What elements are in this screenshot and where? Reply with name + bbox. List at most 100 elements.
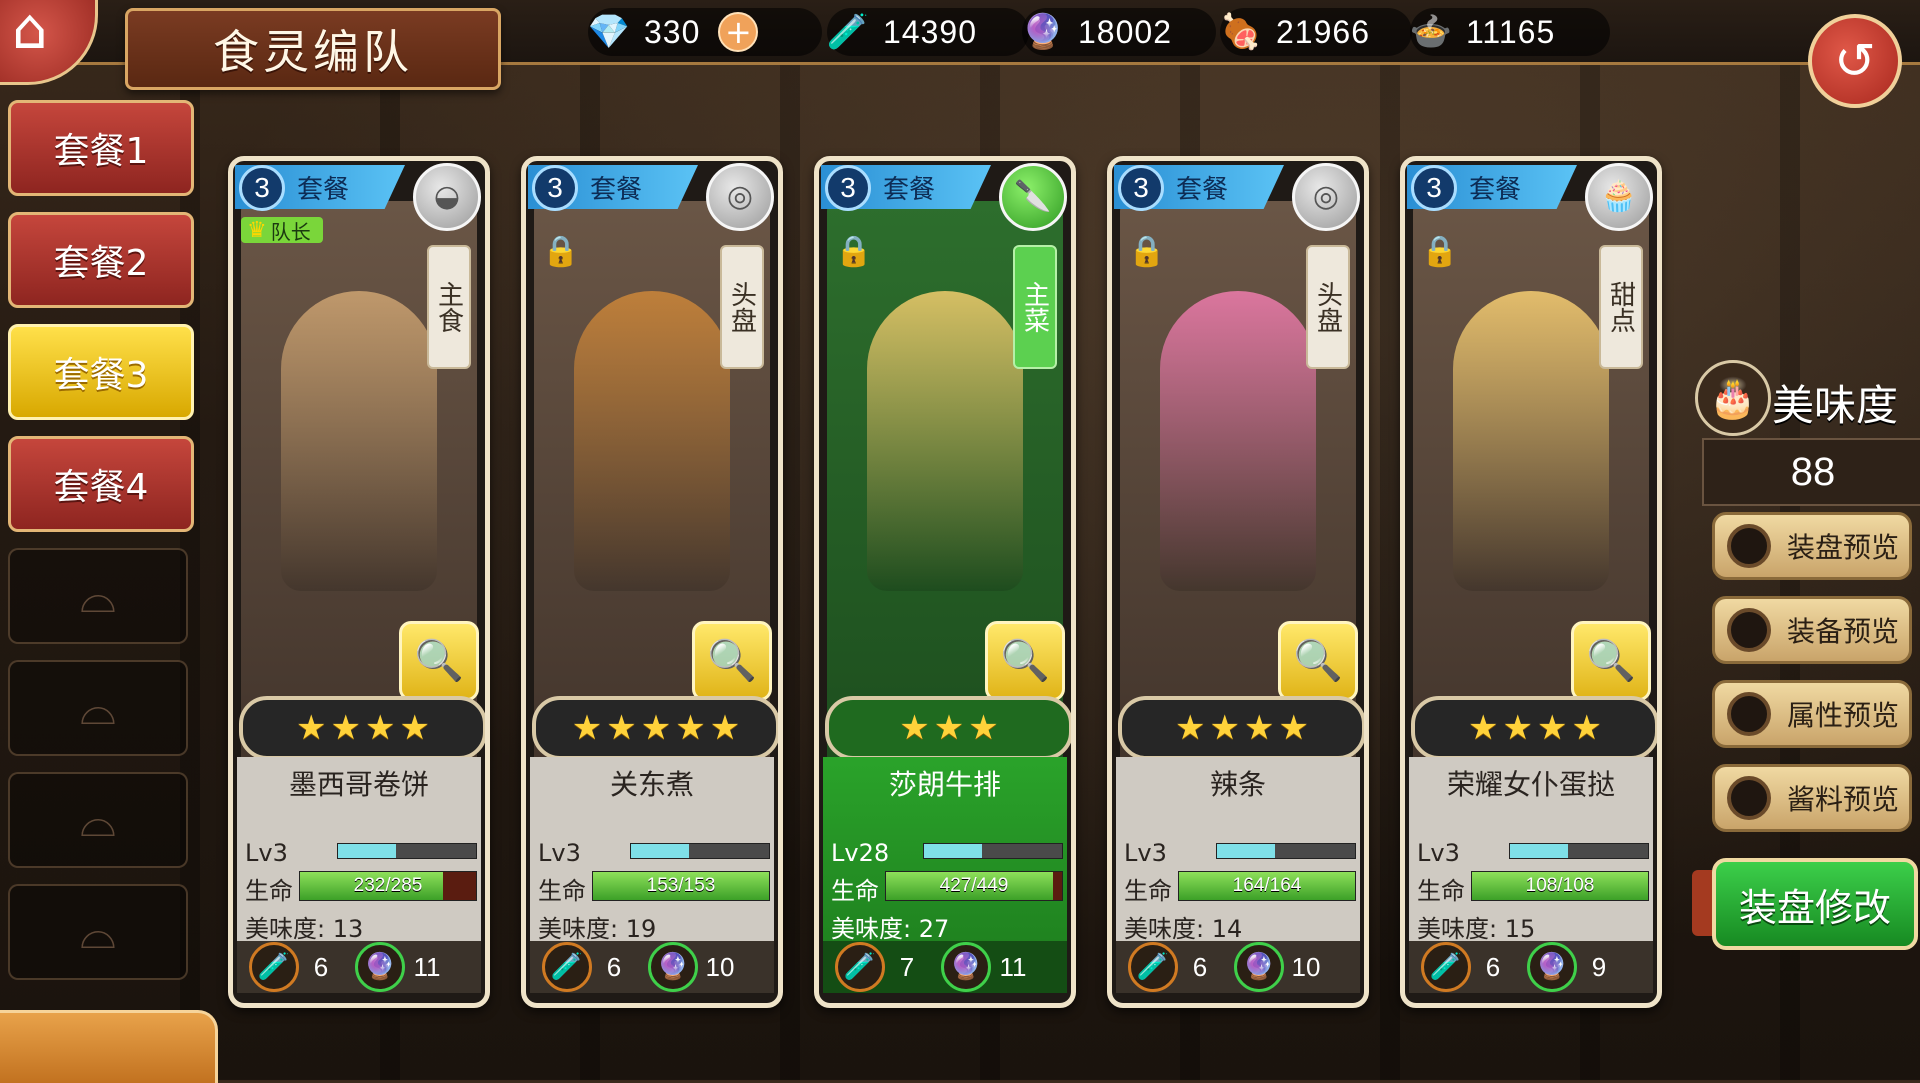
zoom-button[interactable]: 🔍 (1571, 621, 1651, 701)
gem-cost: 11 (413, 951, 441, 982)
preview-button-4[interactable]: 酱料预览 (1712, 764, 1912, 832)
hp-value: 427/449 (939, 875, 1009, 896)
resource-value: 11165 (1466, 13, 1556, 50)
set-tab-1[interactable]: 套餐1 (8, 100, 194, 196)
character-name: 关东煮 (609, 768, 694, 801)
character-figure (1160, 291, 1316, 591)
set-tab-2[interactable]: 套餐2 (8, 212, 194, 308)
resource-meat: 🍖 21966 (1220, 8, 1412, 56)
food-soul-card[interactable]: 3 套餐 ◒ 主食 ♛ 队长 🔍 ★ ★ ★ ★ 墨西哥卷饼 Lv3 生命 232/285 美味度: 13 🧪 6… (228, 156, 490, 1008)
level-label: Lv3 (1124, 839, 1167, 867)
preview-button-3[interactable]: 属性预览 (1712, 680, 1912, 748)
cost-row: 🧪 6 🔮 11 (237, 941, 481, 993)
purple-gem-icon: 🔮 (648, 942, 698, 992)
home-icon: ⌂ (12, 0, 48, 62)
level-bar (337, 843, 477, 859)
card-info: 墨西哥卷饼 Lv3 生命 232/285 美味度: 13 🧪 6 🔮 11 (237, 757, 481, 993)
taste-value: 美味度: 14 (1124, 915, 1243, 943)
level-fill (1510, 844, 1568, 858)
resource-value: 14390 (883, 13, 977, 50)
card-info: 关东煮 Lv3 生命 153/153 美味度: 19 🧪 6 🔮 10 (530, 757, 774, 993)
team-label: 套餐 (297, 175, 350, 205)
preview-label: 属性预览 (1787, 699, 1900, 732)
crown-icon: ♛ (247, 217, 267, 243)
oil-bottle-icon: 🧪 (1128, 942, 1178, 992)
preview-button-2[interactable]: 装备预览 (1712, 596, 1912, 664)
category-tab: 甜点 (1599, 245, 1643, 369)
resource-value: 21966 (1276, 13, 1370, 50)
level-label: Lv28 (831, 839, 890, 867)
page-title: 食灵编队 (125, 8, 501, 90)
oil-bottle-icon: 🧪 (542, 942, 592, 992)
resource-value: 18002 (1078, 13, 1172, 50)
card-info: 荣耀女仆蛋挞 Lv3 生命 108/108 美味度: 15 🧪 6 🔮 9 (1409, 757, 1653, 993)
taste-value: 美味度: 19 (538, 915, 657, 943)
card-info: 莎朗牛排 Lv28 生命 427/449 美味度: 27 🧪 7 🔮 11 (823, 757, 1067, 993)
preview-button-1[interactable]: 装盘预览 (1712, 512, 1912, 580)
preview-label: 装盘预览 (1787, 531, 1900, 564)
oil-cost: 7 (899, 951, 915, 982)
taste-total: 88 (1702, 438, 1920, 506)
character-name: 莎朗牛排 (888, 768, 1001, 801)
lock-icon[interactable]: 🔒 (542, 237, 579, 267)
zoom-button[interactable]: 🔍 (692, 621, 772, 701)
oil-cost: 6 (1485, 951, 1501, 982)
star-icon: ★ (933, 708, 965, 748)
oil-cost: 6 (606, 951, 622, 982)
hp-bar: 108/108 (1471, 871, 1649, 901)
character-figure (281, 291, 437, 591)
set-menu: 套餐1 套餐2 套餐3 套餐4 ⌓ ⌓ ⌓ ⌓ (8, 100, 198, 996)
level-fill (924, 844, 982, 858)
zoom-button[interactable]: 🔍 (1278, 621, 1358, 701)
modify-plating-button[interactable]: 装盘修改 (1712, 858, 1918, 950)
lock-icon[interactable]: 🔒 (1128, 237, 1165, 267)
radio-dot-icon (1727, 692, 1771, 736)
category-tab: 主食 (427, 245, 471, 369)
star-icon: ★ (296, 708, 327, 748)
cost-row: 🧪 6 🔮 10 (1116, 941, 1360, 993)
card-info: 辣条 Lv3 生命 164/164 美味度: 14 🧪 6 🔮 10 (1116, 757, 1360, 993)
character-name: 荣耀女仆蛋挞 (1446, 768, 1615, 801)
food-soul-card[interactable]: 3 套餐 🔪 主菜 🔒 🔍 ★ ★ ★ 莎朗牛排 Lv28 生命 427/449 美味度: 27 🧪 7 🔮 11 (814, 156, 1076, 1008)
knife-icon: 🔪 (999, 163, 1067, 231)
lock-icon[interactable]: 🔒 (1421, 237, 1458, 267)
lock-icon[interactable]: 🔒 (835, 237, 872, 267)
zoom-button[interactable]: 🔍 (399, 621, 479, 701)
purple-gem-icon: 🔮 (1234, 942, 1284, 992)
level-bar (1216, 843, 1356, 859)
hp-value: 153/153 (646, 875, 716, 896)
star-icon: ★ (640, 708, 672, 748)
team-label: 套餐 (1176, 175, 1229, 205)
add-diamond-button[interactable]: + (718, 12, 759, 52)
team-label: 套餐 (883, 175, 936, 205)
empty-set-slot[interactable]: ⌓ (8, 548, 188, 644)
level-bar (1509, 843, 1649, 859)
level-label: Lv3 (1417, 839, 1460, 867)
resource-diamond: 💎 330 + (588, 8, 822, 56)
set-tab-4[interactable]: 套餐4 (8, 436, 194, 532)
radio-dot-icon (1727, 524, 1771, 568)
oil-cost: 6 (1192, 951, 1208, 982)
hp-value: 108/108 (1525, 875, 1595, 896)
hp-label: 生命 (1417, 877, 1465, 905)
food-soul-card[interactable]: 3 套餐 ◎ 头盘 🔒 🔍 ★ ★ ★ ★ ★ 关东煮 Lv3 生命 153/153 美味度: 19 🧪 6 🔮 10 (521, 156, 783, 1008)
star-icon: ★ (968, 708, 999, 748)
cloche-plus-icon: ⌓ (79, 793, 117, 847)
empty-set-slot[interactable]: ⌓ (8, 772, 188, 868)
set-tab-3[interactable]: 套餐3 (8, 324, 194, 420)
gem-cost: 10 (705, 951, 735, 982)
cloche-plus-icon: ⌓ (79, 681, 117, 735)
radio-dot-icon (1727, 776, 1771, 820)
empty-set-slot[interactable]: ⌓ (8, 884, 188, 980)
taste-value: 美味度: 15 (1417, 915, 1536, 943)
level-fill (1217, 844, 1275, 858)
empty-set-slot[interactable]: ⌓ (8, 660, 188, 756)
food-soul-card[interactable]: 3 套餐 🧁 甜点 🔒 🔍 ★ ★ ★ ★ 荣耀女仆蛋挞 Lv3 生命 108/108 美味度: 15 🧪 6 🔮… (1400, 156, 1662, 1008)
level-fill (631, 844, 689, 858)
oil-bottle-icon: 🧪 (249, 942, 299, 992)
zoom-button[interactable]: 🔍 (985, 621, 1065, 701)
taste-value: 美味度: 13 (245, 915, 364, 943)
resource-purple-gem: 🔮 18002 (1022, 8, 1216, 56)
back-button[interactable]: ↺ (1808, 14, 1902, 108)
food-soul-card[interactable]: 3 套餐 ◎ 头盘 🔒 🔍 ★ ★ ★ ★ 辣条 Lv3 生命 164/164 美味度: 14 🧪 6 🔮 10 (1107, 156, 1369, 1008)
